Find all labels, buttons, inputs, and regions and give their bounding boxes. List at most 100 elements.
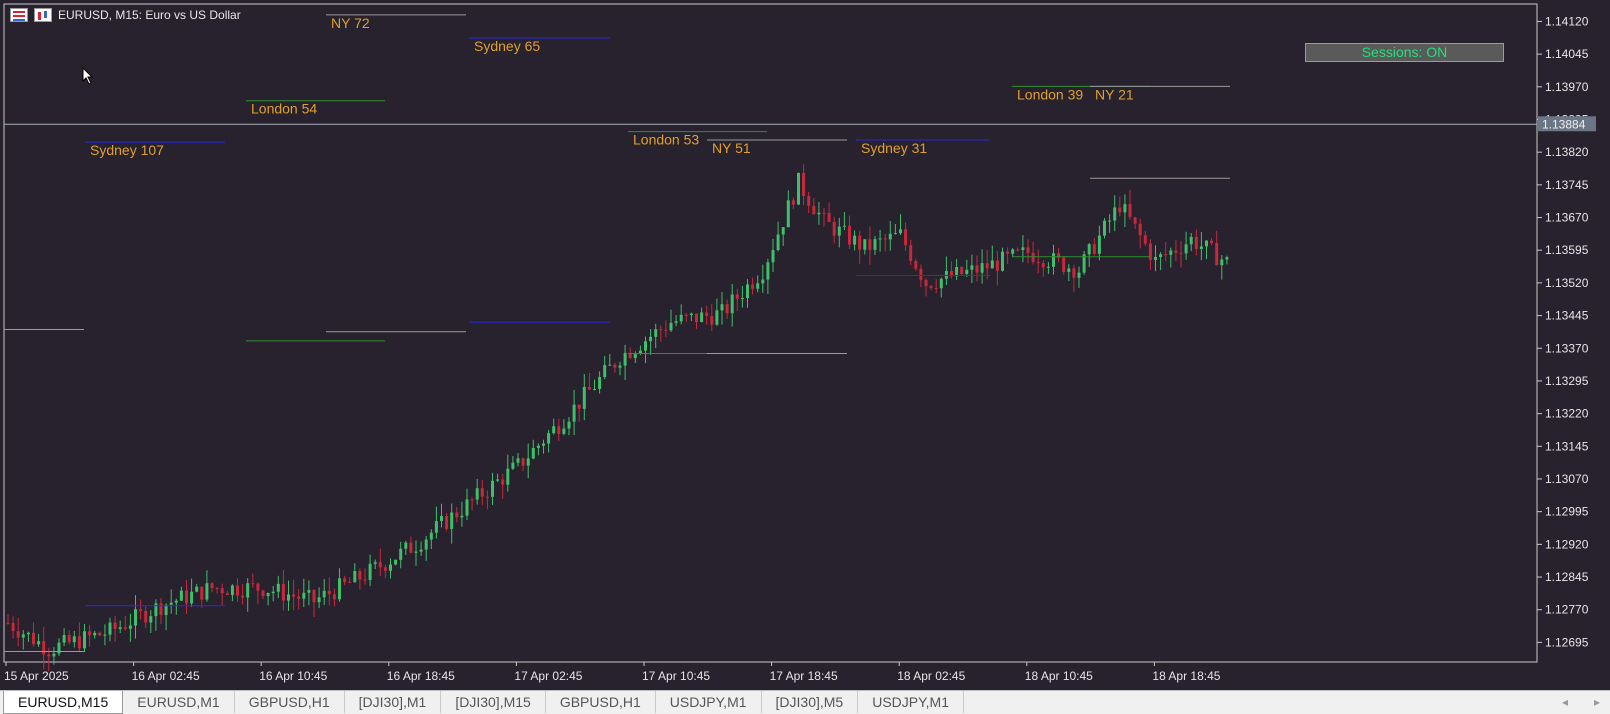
candle-body (1210, 240, 1214, 244)
candle-body (1133, 217, 1137, 224)
candle-body (924, 279, 928, 287)
candle-body (485, 496, 489, 498)
candle-body (990, 260, 994, 269)
scroll-left-icon[interactable]: ◂ (1562, 695, 1568, 709)
candle-body (598, 377, 602, 390)
candle-body (11, 622, 15, 632)
candle-body (531, 447, 535, 459)
candle-body (210, 583, 214, 589)
chart-tab[interactable]: EURUSD,M15 (3, 691, 124, 714)
candle-body (98, 632, 102, 636)
candle-body (491, 480, 494, 497)
chart-tab[interactable]: [DJI30],M15 (441, 691, 546, 713)
candle-body (353, 571, 357, 583)
candle-body (47, 654, 51, 657)
candle-body (414, 551, 418, 553)
price-tick-label: 1.13595 (1545, 243, 1589, 257)
candle-body (1148, 243, 1152, 261)
price-axis: 1.141201.140451.139701.138951.138201.137… (1537, 14, 1589, 649)
candle-body (919, 268, 923, 280)
candle-body (327, 590, 331, 595)
candle-body (613, 364, 617, 368)
candle-body (134, 609, 137, 626)
candle-body (1174, 250, 1178, 253)
candle-body (562, 428, 566, 434)
candle-body (292, 594, 296, 597)
candle-body (669, 322, 673, 331)
candle-body (980, 263, 984, 273)
candle-body (623, 352, 627, 366)
chart-title: EURUSD, M15: Euro vs US Dollar (58, 8, 241, 22)
candle-body (944, 270, 948, 279)
chart-area[interactable]: 1.141201.140451.139701.138951.138201.137… (0, 0, 1610, 690)
candle-body (822, 212, 826, 214)
candle-body (516, 458, 520, 463)
candle-body (960, 267, 964, 275)
candle-body (899, 229, 902, 234)
candle-body (108, 622, 112, 635)
candle-body (1067, 268, 1071, 272)
candle-body (746, 284, 749, 299)
candle-body (506, 468, 510, 485)
candle-body (1011, 249, 1015, 254)
price-tick-label: 1.13220 (1545, 407, 1589, 421)
candle-body (348, 581, 352, 583)
price-tick-label: 1.13745 (1545, 178, 1589, 192)
candle-body (205, 583, 209, 600)
scroll-right-icon[interactable]: ▸ (1594, 695, 1600, 709)
candle-body (144, 610, 148, 623)
price-tick-label: 1.13445 (1545, 309, 1589, 323)
candle-body (281, 583, 285, 601)
price-tick-label: 1.12995 (1545, 505, 1589, 519)
candle-body (1215, 243, 1219, 266)
candle-body (88, 631, 92, 636)
chart-type-icon[interactable] (34, 8, 52, 22)
chart-tab[interactable]: [DJI30],M1 (345, 691, 442, 713)
candle-body (317, 597, 321, 603)
candle-body (1031, 252, 1035, 263)
chart-tab[interactable]: [DJI30],M5 (762, 691, 859, 713)
candle-body (995, 260, 999, 271)
candle-body (480, 488, 484, 497)
candle-body (445, 515, 449, 529)
candle-body (1108, 220, 1112, 222)
candle-body (1184, 244, 1188, 254)
chart-tab[interactable]: EURUSD,M1 (123, 691, 235, 713)
chart-tab[interactable]: GBPUSD,H1 (546, 691, 656, 713)
candle-body (389, 564, 392, 571)
chart-tab[interactable]: USDJPY,M1 (656, 691, 762, 713)
session-label: London 53 (633, 132, 699, 148)
candle-body (664, 329, 668, 331)
candle-body (460, 515, 464, 518)
candle-body (1036, 262, 1040, 264)
chart-tab[interactable]: USDJPY,M1 (858, 691, 965, 713)
candle-body (1016, 249, 1020, 251)
candle-body (215, 588, 219, 590)
candle-body (710, 316, 714, 325)
candle-body (1123, 204, 1127, 213)
candle-body (363, 579, 367, 581)
candle-body (123, 627, 127, 629)
candle-body (914, 261, 918, 269)
market-watch-icon[interactable] (10, 8, 28, 22)
candle-body (373, 562, 377, 564)
candle-body (853, 235, 857, 245)
candle-body (1072, 268, 1076, 278)
chart-canvas[interactable]: 1.141201.140451.139701.138951.138201.137… (0, 0, 1610, 690)
candle-body (832, 221, 836, 236)
candle-body (771, 250, 775, 263)
candle-body (1097, 235, 1101, 254)
current-price-label: 1.13884 (1542, 117, 1586, 131)
candle-body (37, 641, 41, 645)
chart-tab[interactable]: GBPUSD,H1 (235, 691, 345, 713)
candle-body (312, 590, 316, 603)
candle-body (572, 404, 576, 422)
candle-body (470, 499, 474, 501)
candle-body (77, 636, 81, 649)
price-tick-label: 1.12845 (1545, 570, 1589, 584)
candle-body (404, 542, 408, 549)
time-tick-label: 16 Apr 02:45 (132, 669, 200, 683)
candle-body (1143, 235, 1147, 244)
candle-body (1062, 257, 1066, 272)
sessions-toggle-button[interactable]: Sessions: ON (1305, 43, 1504, 62)
